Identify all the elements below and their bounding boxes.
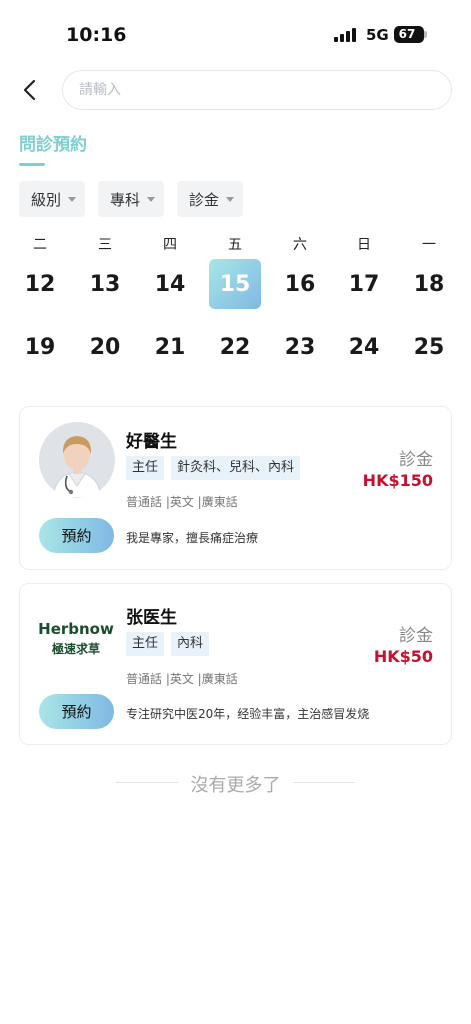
filter-fee-label: 診金 xyxy=(189,190,220,209)
status-time: 10:16 xyxy=(66,24,127,46)
filter-specialty[interactable]: 專科 xyxy=(98,181,164,217)
filter-level-label: 級別 xyxy=(31,190,62,209)
fee-label: 診金 xyxy=(399,450,433,470)
filter-fee[interactable]: 診金 xyxy=(177,181,243,217)
title-tag: 主任 xyxy=(126,456,165,480)
back-button[interactable] xyxy=(14,74,46,106)
calendar-day[interactable]: 24 xyxy=(334,335,394,360)
calendar-day[interactable]: 18 xyxy=(399,272,459,297)
doctor-name: 好醫生 xyxy=(126,432,177,452)
filter-specialty-label: 專科 xyxy=(110,190,141,209)
doctor-name: 张医生 xyxy=(126,608,177,628)
logo-subtext: 極速求草 xyxy=(51,642,100,656)
calendar-day[interactable]: 16 xyxy=(270,272,330,297)
calendar-day[interactable]: 25 xyxy=(399,335,459,360)
weekday-label: 日 xyxy=(357,237,371,253)
status-bar: 10:16 5G 67 xyxy=(0,0,471,70)
weekday-label: 六 xyxy=(293,237,307,253)
title-tag: 主任 xyxy=(126,632,165,656)
weekday-label: 五 xyxy=(228,237,242,253)
department-tag: 針灸科、兒科、內科 xyxy=(171,456,301,480)
calendar-day[interactable]: 13 xyxy=(75,272,135,297)
tab-underline xyxy=(19,163,45,166)
calendar-day[interactable]: 23 xyxy=(270,335,330,360)
doctor-card[interactable]: 好醫生 主任 針灸科、兒科、內科 普通話 |英文 |廣東話 診金 HK$150 … xyxy=(19,406,452,570)
calendar-day[interactable]: 22 xyxy=(205,335,265,360)
book-button[interactable]: 預約 xyxy=(39,694,114,729)
weekday-label: 二 xyxy=(33,237,47,253)
doctor-description: 专注研究中医20年，经验丰富，主治感冒发烧 xyxy=(126,707,370,721)
doctor-languages: 普通話 |英文 |廣東話 xyxy=(126,495,238,509)
doctor-languages: 普通話 |英文 |廣東話 xyxy=(126,672,238,686)
weekday-label: 四 xyxy=(163,237,177,253)
caret-down-icon xyxy=(147,196,156,202)
herbnow-logo: Herbnow 極速求草 xyxy=(36,610,116,660)
department-tag: 內科 xyxy=(171,632,210,656)
network-type: 5G xyxy=(366,26,389,44)
logo-text: Herbnow xyxy=(38,620,114,638)
doctor-description: 我是專家，擅長痛症治療 xyxy=(126,531,259,545)
calendar-day[interactable]: 17 xyxy=(334,272,394,297)
calendar-day[interactable]: 20 xyxy=(75,335,135,360)
fee-value: HK$50 xyxy=(373,647,433,666)
fee-value: HK$150 xyxy=(362,471,433,490)
calendar-day[interactable]: 21 xyxy=(140,335,200,360)
weekday-label: 一 xyxy=(422,237,436,253)
fee-label: 診金 xyxy=(399,626,433,646)
divider-right xyxy=(293,782,355,783)
caret-down-icon xyxy=(68,196,77,202)
search-input[interactable] xyxy=(62,70,452,110)
book-button[interactable]: 預約 xyxy=(39,518,114,553)
weekday-label: 三 xyxy=(98,237,112,253)
calendar-day[interactable]: 14 xyxy=(140,272,200,297)
doctor-avatar xyxy=(39,422,115,498)
battery-icon: 67 xyxy=(394,26,424,43)
battery-tip xyxy=(424,31,427,38)
signal-icon xyxy=(334,28,358,42)
doctor-card[interactable]: Herbnow 極速求草 张医生 主任 內科 普通話 |英文 |廣東話 診金 H… xyxy=(19,583,452,745)
tab-consultation-booking[interactable]: 問診預約 xyxy=(19,130,87,155)
no-more-text: 沒有更多了 xyxy=(190,775,281,796)
calendar-day[interactable]: 12 xyxy=(10,272,70,297)
chevron-left-icon xyxy=(23,79,36,101)
doctor-photo-icon xyxy=(39,422,115,498)
battery-level: 67 xyxy=(398,27,416,41)
calendar-day-selected[interactable]: 15 xyxy=(205,272,265,297)
caret-down-icon xyxy=(226,196,235,202)
calendar-day[interactable]: 19 xyxy=(10,335,70,360)
filter-level[interactable]: 級別 xyxy=(19,181,85,217)
